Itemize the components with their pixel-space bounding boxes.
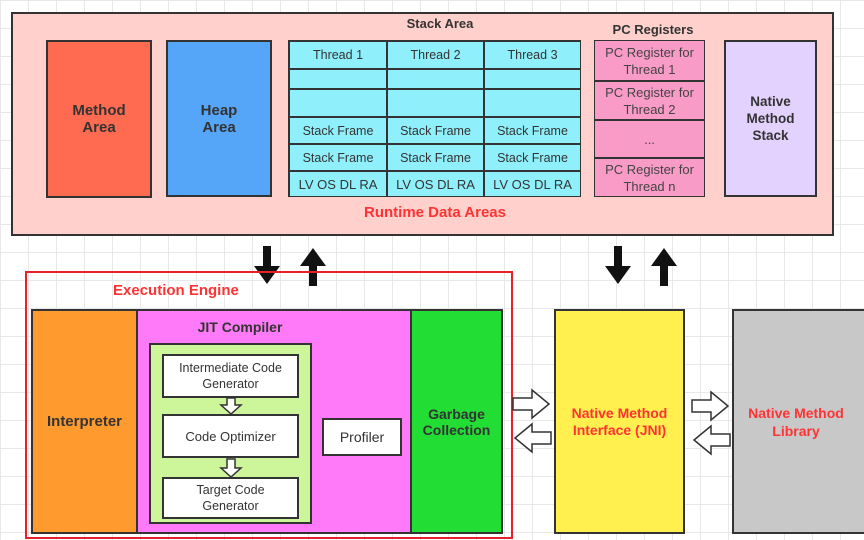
stack-frame: Stack Frame [484, 117, 581, 144]
thread-1: Thread 1 [289, 41, 387, 69]
native-method-library: Native Method Library [732, 309, 864, 534]
pc-register: PC Register for Thread 1 [594, 40, 705, 81]
runtime-data-areas-label: Runtime Data Areas [364, 204, 506, 221]
stack-area-title: Stack Area [406, 16, 474, 31]
thread-2: Thread 2 [387, 41, 484, 69]
heap-area: Heap Area [166, 40, 272, 197]
profiler: Profiler [322, 418, 402, 456]
pc-registers-title: PC Registers [612, 22, 694, 37]
stack-frame: Stack Frame [289, 144, 387, 171]
jit-compiler-title: JIT Compiler [197, 319, 283, 335]
arrows-jni-library [691, 390, 731, 456]
native-method-interface: Native Method Interface (JNI) [554, 309, 685, 534]
hollow-left-arrow-icon [692, 424, 731, 456]
method-area: Method Area [46, 40, 152, 198]
empty-cell [289, 89, 387, 117]
pc-registers: PC Register for Thread 1 PC Register for… [594, 40, 705, 197]
execution-engine-label: Execution Engine [113, 282, 239, 299]
stack-frame: Stack Frame [387, 144, 484, 171]
thread-3: Thread 3 [484, 41, 581, 69]
hollow-left-arrow-icon [513, 422, 552, 454]
hollow-down-arrow-icon [219, 397, 243, 415]
intermediate-code-generator: Intermediate Code Generator [162, 354, 299, 398]
local-vars: LV OS DL RA [289, 171, 387, 197]
stack-area: Thread 1 Thread 2 Thread 3 Stack Frame S… [288, 40, 581, 197]
up-arrow-icon [651, 248, 677, 286]
arrows-runtime-jni [605, 246, 677, 286]
hollow-right-arrow-icon [691, 390, 730, 422]
empty-cell [484, 89, 581, 117]
pc-register: PC Register for Thread 2 [594, 81, 705, 120]
empty-cell [387, 69, 484, 89]
stack-frame: Stack Frame [484, 144, 581, 171]
empty-cell [387, 89, 484, 117]
code-optimizer: Code Optimizer [162, 414, 299, 458]
arrows-engine-jni [512, 388, 552, 454]
interpreter: Interpreter [31, 309, 138, 534]
empty-cell [484, 69, 581, 89]
hollow-right-arrow-icon [512, 388, 551, 420]
native-method-stack: Native Method Stack [724, 40, 817, 197]
pc-register: PC Register for Thread n [594, 158, 705, 197]
down-arrow-icon [605, 246, 631, 284]
stack-frame: Stack Frame [387, 117, 484, 144]
pc-register-ellipsis: ... [594, 120, 705, 158]
local-vars: LV OS DL RA [387, 171, 484, 197]
empty-cell [289, 69, 387, 89]
local-vars: LV OS DL RA [484, 171, 581, 197]
garbage-collection: Garbage Collection [410, 309, 503, 534]
stack-frame: Stack Frame [289, 117, 387, 144]
target-code-generator: Target Code Generator [162, 477, 299, 519]
hollow-down-arrow-icon [219, 458, 243, 478]
